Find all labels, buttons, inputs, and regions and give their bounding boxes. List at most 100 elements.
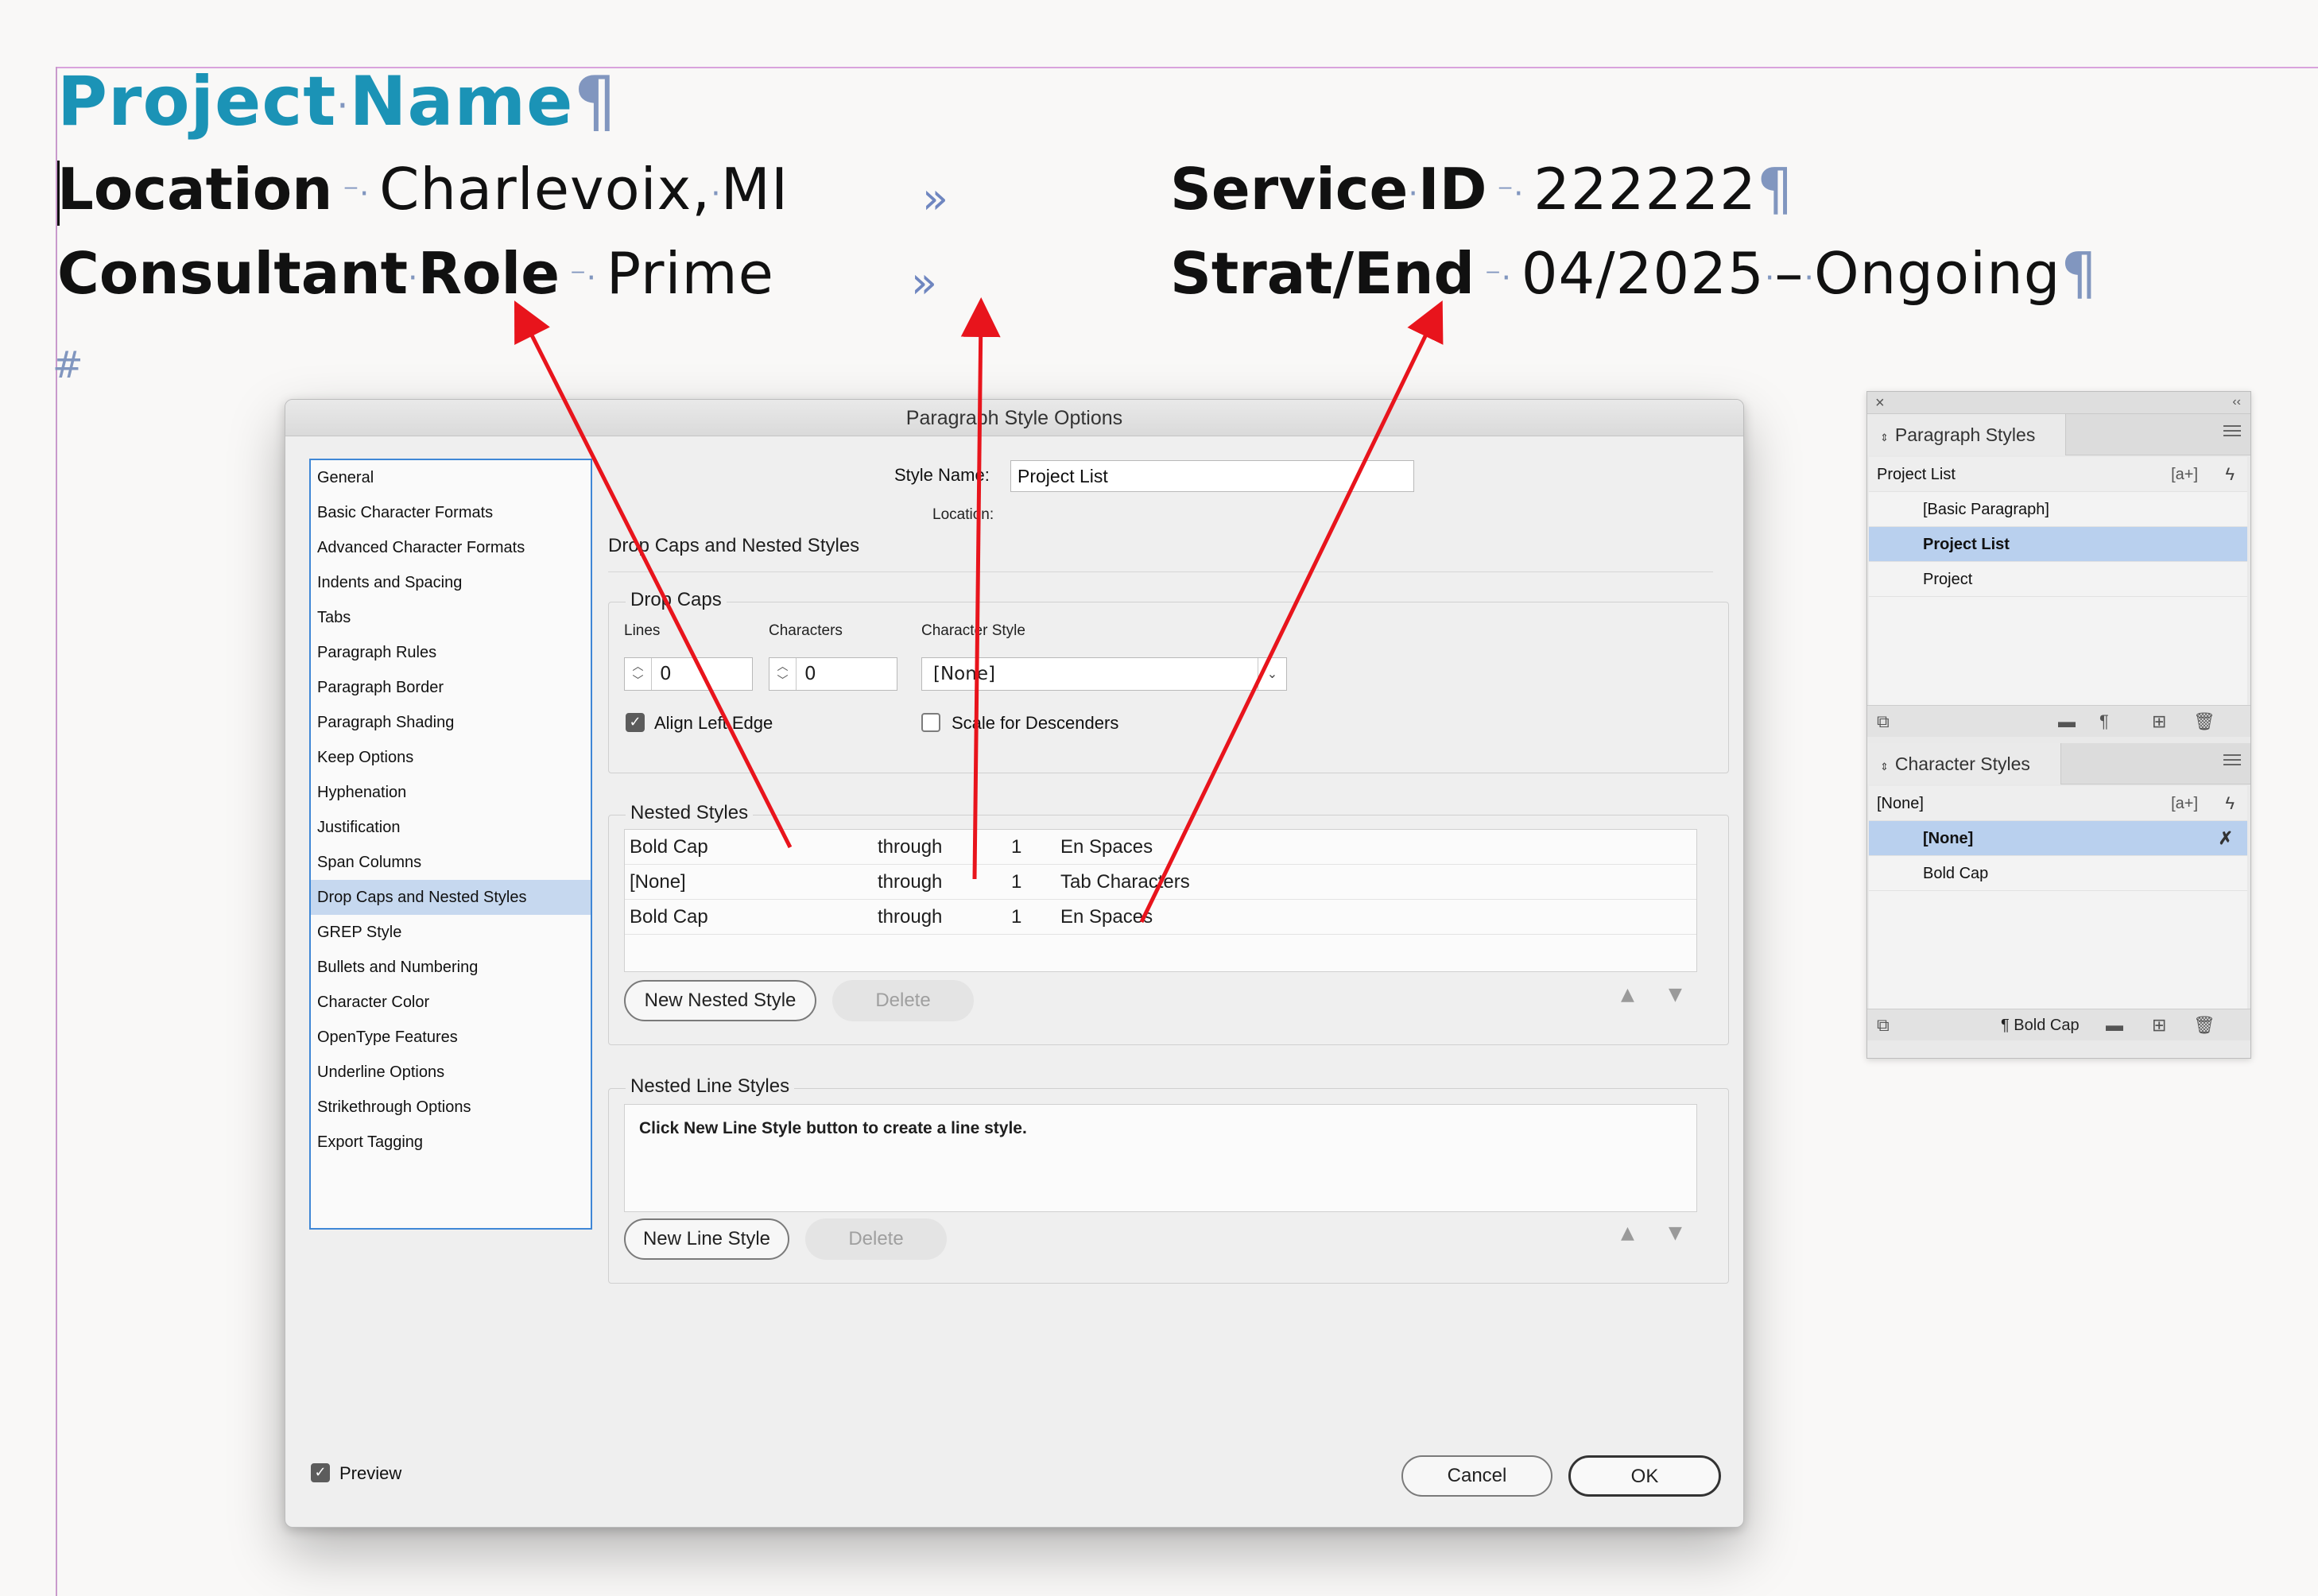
nested-line-styles-list[interactable]: Click New Line Style button to create a … [624,1104,1697,1212]
move-up-icon[interactable]: ▲ [1621,985,1634,1005]
preview-checkbox[interactable]: ✓ [311,1463,330,1482]
new-style-icon[interactable]: ⊞ [2152,1009,2166,1041]
nav-item-drop-caps-selected[interactable]: Drop Caps and Nested Styles [311,880,591,915]
section-divider [608,571,1713,572]
new-style-from-selection-icon[interactable]: [a+] [2171,457,2198,492]
nav-item[interactable]: Underline Options [311,1055,591,1090]
nav-item[interactable]: Span Columns [311,845,591,880]
delete-nested-style-button[interactable]: Delete [832,980,974,1021]
nav-item[interactable]: Strikethrough Options [311,1090,591,1125]
panel-menu-icon[interactable] [2223,754,2241,769]
folder-icon[interactable]: ▬ [2106,1009,2123,1041]
new-nested-style-button[interactable]: New Nested Style [624,980,816,1021]
lightning-icon[interactable]: ϟ [2225,786,2235,821]
style-name-label: Style Name: [894,465,990,485]
project-name-heading[interactable]: Project·Name¶ [57,62,618,141]
consultant-role-line[interactable]: Consultant·Role ⁻· Prime [57,240,774,307]
line-styles-hint: Click New Line Style button to create a … [639,1119,1027,1137]
service-id-line[interactable]: Service·ID ⁻· 222222¶ [1170,156,1793,223]
table-row[interactable]: Bold Cap through 1 En Spaces [625,900,1696,935]
nav-item[interactable]: OpenType Features [311,1020,591,1055]
align-left-edge-checkbox[interactable]: ✓ [626,713,645,732]
nav-item[interactable]: Tabs [311,600,591,635]
table-row[interactable]: Bold Cap through 1 En Spaces [625,830,1696,865]
lines-value: 0 [660,664,672,684]
nav-item[interactable]: General [311,460,591,495]
stepper-arrows-icon[interactable]: ︿ ﹀ [769,658,797,690]
list-item-selected[interactable]: [None] ✗ [1869,821,2247,856]
new-line-style-button[interactable]: New Line Style [624,1218,789,1260]
folder-icon[interactable]: ▬ [2058,706,2076,738]
list-item-selected[interactable]: Project List [1869,527,2247,562]
trash-icon[interactable]: 🗑 [2193,1009,2215,1041]
updown-icon: ⇕ [1880,761,1889,773]
current-style-label: Project List [1877,466,1956,483]
nav-item[interactable]: Basic Character Formats [311,495,591,530]
section-title: Drop Caps and Nested Styles [608,535,860,556]
character-style-select[interactable]: [None] ⌄ [921,657,1287,691]
nav-item[interactable]: Justification [311,810,591,845]
row-count: 1 [1011,906,1022,928]
tab-paragraph-styles[interactable]: ⇕ Paragraph Styles [1867,414,2066,455]
panel-title-bar: × ‹‹ [1867,392,2250,414]
pilcrow-icon: ¶ [1756,156,1793,223]
nav-item[interactable]: Paragraph Rules [311,635,591,670]
new-style-icon[interactable]: ⊞ [2152,706,2166,738]
new-style-from-selection-icon[interactable]: [a+] [2171,786,2198,821]
list-item[interactable]: Project [1869,562,2247,597]
paragraph-styles-tab-bar: ⇕ Paragraph Styles [1867,414,2250,455]
nav-item[interactable]: Paragraph Border [311,670,591,705]
nested-styles-table[interactable]: Bold Cap through 1 En Spaces [None] thro… [624,829,1697,972]
nav-item[interactable]: Paragraph Shading [311,705,591,740]
stepper-arrows-icon[interactable]: ︿ ﹀ [625,658,652,690]
chevron-down-icon: ⌄ [1258,658,1286,690]
nested-line-styles-title: Nested Line Styles [626,1075,795,1098]
nav-item[interactable]: Bullets and Numbering [311,950,591,985]
lines-stepper[interactable]: ︿ ﹀ 0 [624,657,753,691]
move-down-icon[interactable]: ▼ [1669,1223,1682,1243]
move-up-icon[interactable]: ▲ [1621,1223,1634,1243]
tab-label: Paragraph Styles [1894,424,2036,445]
style-name-input[interactable]: Project List [1010,460,1414,492]
load-styles-icon[interactable]: ⧉ [1877,706,1890,738]
end-date-value: Ongoing [1814,240,2061,307]
nav-item[interactable]: GREP Style [311,915,591,950]
list-item[interactable]: [Basic Paragraph] [1869,492,2247,527]
tab-marker-icon: » [911,258,938,308]
location-line[interactable]: Location ⁻· Charlevoix,·MI [57,156,789,223]
nav-item[interactable]: Indents and Spacing [311,565,591,600]
space-marker: · [1408,175,1418,212]
nav-item[interactable]: Character Color [311,985,591,1020]
location-label: Location: [932,506,994,523]
clear-overrides-icon[interactable]: ¶ [2099,706,2109,738]
delete-line-style-button[interactable]: Delete [805,1218,947,1260]
row-mode: through [878,871,943,893]
close-icon[interactable]: × [1875,392,1885,414]
scale-descenders-checkbox[interactable] [921,713,940,732]
table-row[interactable]: [None] through 1 Tab Characters [625,865,1696,900]
lightning-icon[interactable]: ϟ [2225,457,2235,492]
tab-character-styles[interactable]: ⇕ Character Styles [1867,743,2061,784]
characters-stepper[interactable]: ︿ ﹀ 0 [769,657,897,691]
collapse-icon[interactable]: ‹‹ [2232,392,2241,413]
list-item[interactable]: Bold Cap [1869,856,2247,891]
move-down-icon[interactable]: ▼ [1669,985,1682,1005]
trash-icon[interactable]: 🗑 [2193,706,2215,738]
nav-item[interactable]: Keep Options [311,740,591,775]
row-style: Bold Cap [630,836,708,858]
nav-item[interactable]: Hyphenation [311,775,591,810]
cancel-button[interactable]: Cancel [1401,1455,1552,1497]
character-style-label: Character Style [921,622,1025,639]
ok-button[interactable]: OK [1568,1455,1721,1497]
row-delimiter: En Spaces [1060,906,1153,928]
start-end-line[interactable]: Strat/End ⁻· 04/2025·–·Ongoing¶ [1170,240,2097,307]
row-mode: through [878,906,943,928]
panel-menu-icon[interactable] [2223,425,2241,440]
nav-item[interactable]: Export Tagging [311,1125,591,1160]
options-category-list[interactable]: General Basic Character Formats Advanced… [309,459,592,1230]
load-styles-icon[interactable]: ⧉ [1877,1009,1890,1041]
consultant-label-2: Role [417,240,560,307]
end-of-story-marker: # [52,343,83,386]
service-label-2: ID [1417,156,1487,223]
nav-item[interactable]: Advanced Character Formats [311,530,591,565]
